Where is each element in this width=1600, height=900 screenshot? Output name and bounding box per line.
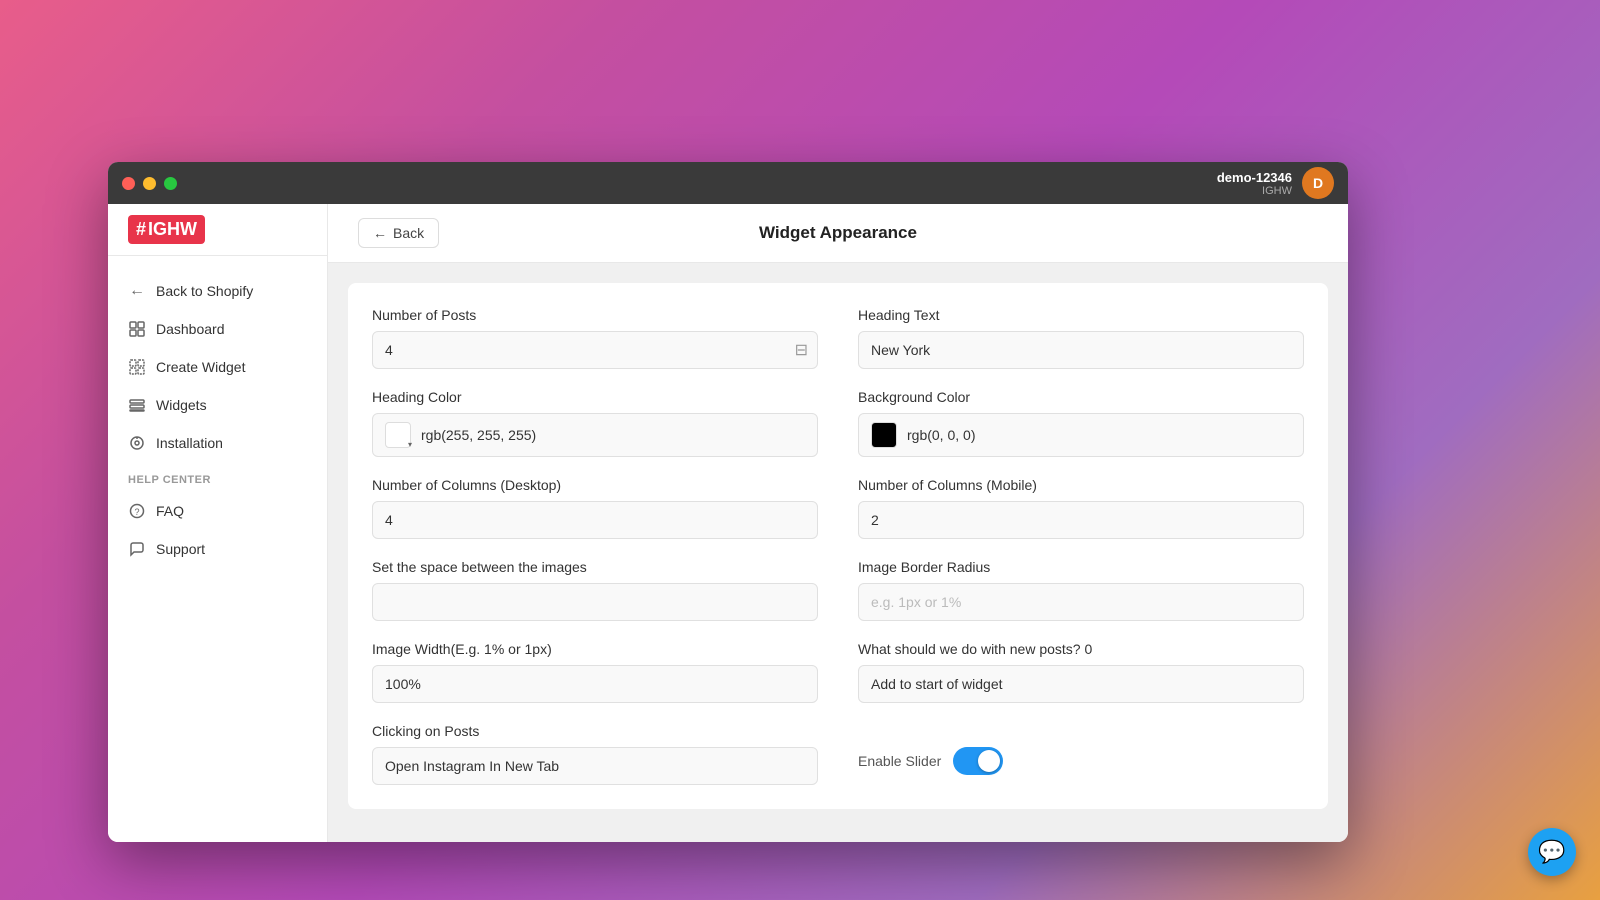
new-posts-input[interactable] — [858, 665, 1304, 703]
maximize-button[interactable] — [164, 177, 177, 190]
faq-icon: ? — [128, 502, 146, 520]
footer-buttons: COMPLETE PREVIEW — [328, 829, 1348, 842]
chat-icon: 💬 — [1538, 839, 1565, 865]
heading-color-value: rgb(255, 255, 255) — [421, 427, 536, 443]
bg-color-label: Background Color — [858, 389, 1304, 405]
space-input[interactable] — [372, 583, 818, 621]
clicking-posts-input[interactable] — [372, 747, 818, 785]
new-posts-label: What should we do with new posts? 0 — [858, 641, 1304, 657]
border-radius-label: Image Border Radius — [858, 559, 1304, 575]
support-icon — [128, 540, 146, 558]
sidebar: # IGHW ← Back to Shopify Dashboard — [108, 204, 328, 842]
form-group-image-width: Image Width(E.g. 1% or 1px) — [372, 641, 818, 703]
back-button[interactable]: ← Back — [358, 218, 439, 248]
enable-slider-toggle[interactable] — [953, 747, 1003, 775]
heading-color-input[interactable]: rgb(255, 255, 255) — [372, 413, 818, 457]
user-info: demo-12346 IGHW D — [1217, 167, 1334, 199]
page-title: Widget Appearance — [759, 223, 917, 243]
sidebar-label-widgets: Widgets — [156, 397, 207, 413]
heading-color-label: Heading Color — [372, 389, 818, 405]
installation-icon — [128, 434, 146, 452]
logo-bar: # IGHW — [108, 204, 327, 256]
widgets-icon — [128, 396, 146, 414]
sidebar-label-installation: Installation — [156, 435, 223, 451]
heading-text-input[interactable] — [858, 331, 1304, 369]
clicking-posts-label: Clicking on Posts — [372, 723, 818, 739]
user-store: IGHW — [1217, 185, 1292, 197]
avatar: D — [1302, 167, 1334, 199]
sidebar-item-support[interactable]: Support — [108, 530, 327, 568]
main-area: # IGHW ← Back to Shopify Dashboard — [108, 204, 1348, 842]
sidebar-item-create-widget[interactable]: Create Widget — [108, 348, 327, 386]
num-posts-input[interactable] — [372, 331, 818, 369]
content-header: ← Back Widget Appearance — [328, 204, 1348, 263]
back-arrow-icon: ← — [128, 282, 146, 300]
heading-color-swatch — [385, 422, 411, 448]
form-group-space: Set the space between the images — [372, 559, 818, 621]
enable-slider-row: Enable Slider — [858, 747, 1304, 775]
form-group-enable-slider: spacer Enable Slider — [858, 723, 1304, 785]
space-label: Set the space between the images — [372, 559, 818, 575]
back-button-label: Back — [393, 225, 424, 241]
sidebar-label-support: Support — [156, 541, 205, 557]
sidebar-label-dashboard: Dashboard — [156, 321, 225, 337]
bg-color-value: rgb(0, 0, 0) — [907, 427, 975, 443]
traffic-lights — [122, 177, 177, 190]
bg-color-swatch — [871, 422, 897, 448]
border-radius-input[interactable] — [858, 583, 1304, 621]
back-arrow-icon: ← — [373, 225, 387, 241]
bg-color-input[interactable]: rgb(0, 0, 0) — [858, 413, 1304, 457]
dashboard-icon — [128, 320, 146, 338]
form-group-heading-color: Heading Color rgb(255, 255, 255) — [372, 389, 818, 457]
close-button[interactable] — [122, 177, 135, 190]
num-posts-label: Number of Posts — [372, 307, 818, 323]
heading-text-label: Heading Text — [858, 307, 1304, 323]
form-group-bg-color: Background Color rgb(0, 0, 0) — [858, 389, 1304, 457]
num-posts-icon: ⊟ — [795, 340, 808, 360]
form-group-cols-mobile: Number of Columns (Mobile) — [858, 477, 1304, 539]
enable-slider-label: Enable Slider — [858, 753, 941, 769]
sidebar-item-installation[interactable]: Installation — [108, 424, 327, 462]
form-group-border-radius: Image Border Radius — [858, 559, 1304, 621]
logo-text: IGHW — [148, 219, 197, 240]
user-text-block: demo-12346 IGHW — [1217, 170, 1292, 197]
form-grid: Number of Posts ⊟ Heading Text Heading C — [372, 307, 1304, 785]
cols-mobile-label: Number of Columns (Mobile) — [858, 477, 1304, 493]
mac-window: demo-12346 IGHW D # IGHW ← Back to Shopi… — [108, 162, 1348, 842]
image-width-input[interactable] — [372, 665, 818, 703]
cols-desktop-label: Number of Columns (Desktop) — [372, 477, 818, 493]
sidebar-item-faq[interactable]: ? FAQ — [108, 492, 327, 530]
image-width-label: Image Width(E.g. 1% or 1px) — [372, 641, 818, 657]
chat-bubble[interactable]: 💬 — [1528, 828, 1576, 876]
cols-mobile-input[interactable] — [858, 501, 1304, 539]
form-area: Number of Posts ⊟ Heading Text Heading C — [348, 283, 1328, 809]
create-widget-icon — [128, 358, 146, 376]
num-posts-input-wrapper: ⊟ — [372, 331, 818, 369]
logo-hash: # — [136, 219, 146, 240]
title-bar: demo-12346 IGHW D — [108, 162, 1348, 204]
sidebar-item-widgets[interactable]: Widgets — [108, 386, 327, 424]
help-center-label: HELP CENTER — [108, 462, 327, 492]
toggle-knob — [978, 750, 1000, 772]
cols-desktop-input[interactable] — [372, 501, 818, 539]
content-area: ← Back Widget Appearance Number of Posts… — [328, 204, 1348, 842]
minimize-button[interactable] — [143, 177, 156, 190]
sidebar-nav: ← Back to Shopify Dashboard Create Widge… — [108, 256, 327, 584]
svg-text:?: ? — [134, 507, 139, 517]
logo: # IGHW — [128, 215, 205, 244]
sidebar-label-create-widget: Create Widget — [156, 359, 245, 375]
sidebar-label-faq: FAQ — [156, 503, 184, 519]
form-group-clicking-posts: Clicking on Posts — [372, 723, 818, 785]
form-group-heading-text: Heading Text — [858, 307, 1304, 369]
sidebar-item-dashboard[interactable]: Dashboard — [108, 310, 327, 348]
form-group-new-posts: What should we do with new posts? 0 — [858, 641, 1304, 703]
form-group-cols-desktop: Number of Columns (Desktop) — [372, 477, 818, 539]
user-name: demo-12346 — [1217, 170, 1292, 185]
form-group-num-posts: Number of Posts ⊟ — [372, 307, 818, 369]
sidebar-item-back-to-shopify[interactable]: ← Back to Shopify — [108, 272, 327, 310]
sidebar-label-back: Back to Shopify — [156, 283, 253, 299]
